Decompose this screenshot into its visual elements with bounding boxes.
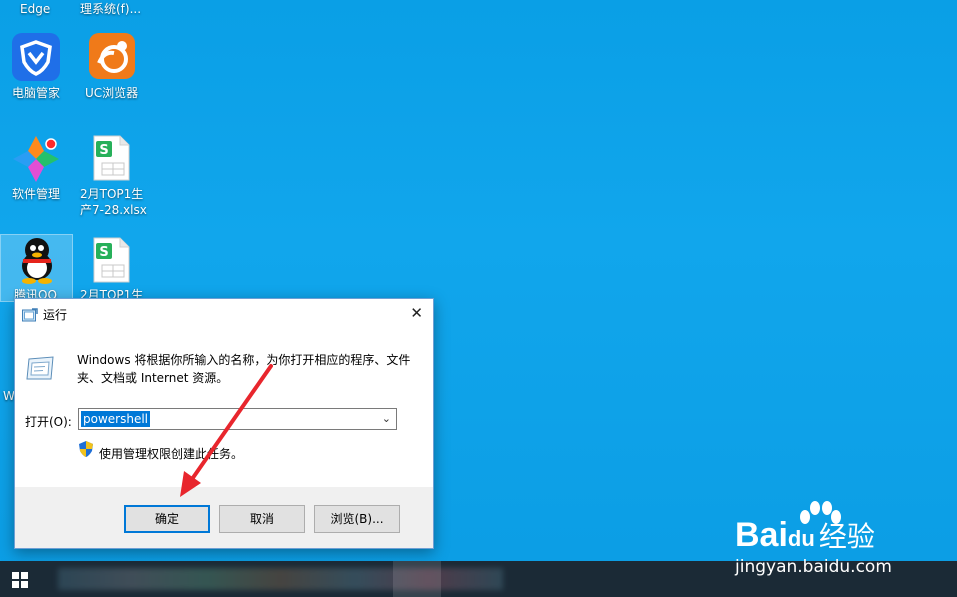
baidu-watermark: Baidu 经验 jingyan.baidu.com — [735, 501, 892, 577]
taskbar-active-app[interactable] — [393, 561, 441, 597]
windows-start-icon[interactable] — [12, 572, 28, 592]
baidu-url: jingyan.baidu.com — [735, 557, 892, 577]
baidu-jingyan: 经验 — [818, 520, 875, 553]
baidu-brand: Bai — [735, 516, 788, 554]
baidu-brand-du: du — [787, 526, 815, 551]
